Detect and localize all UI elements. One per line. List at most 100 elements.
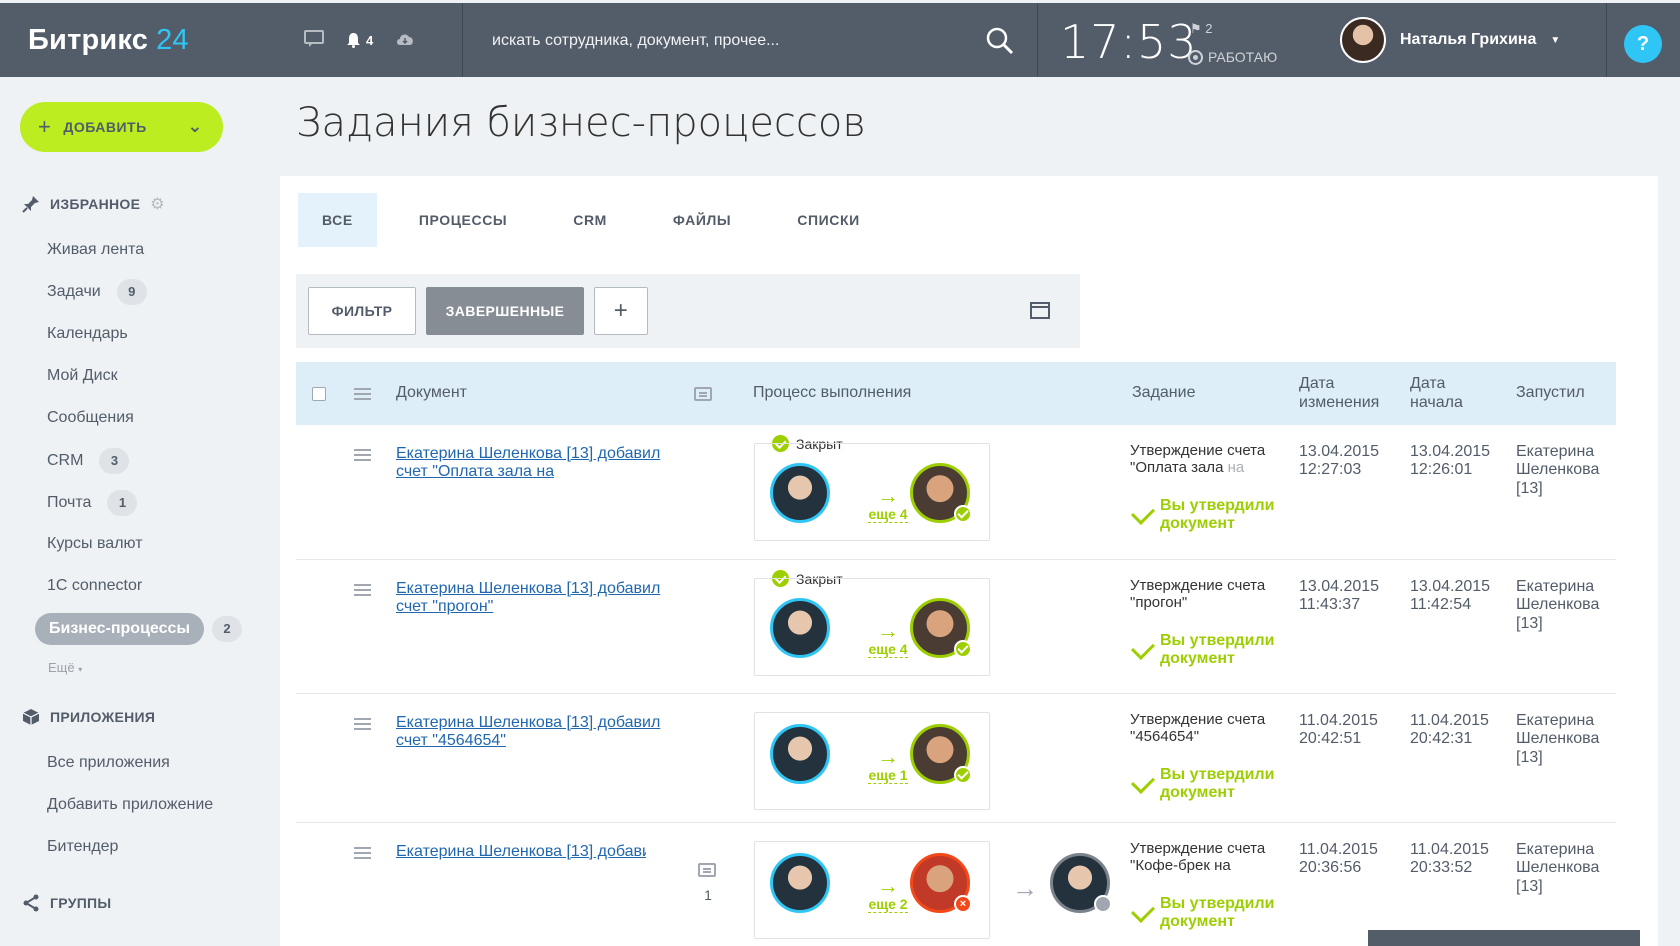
sidebar-item-mail[interactable]: Почта 1 xyxy=(47,490,138,516)
completed-button[interactable]: ЗАВЕРШЕННЫЕ xyxy=(426,287,584,335)
task-title: Утверждение счета "Оплата зала на xyxy=(1130,442,1266,476)
sidebar-more[interactable]: Ещё ▾ xyxy=(48,660,82,675)
date-modified: 13.04.2015 11:43:37 xyxy=(1299,578,1380,614)
started-by: Екатерина Шеленкова [13] xyxy=(1516,443,1600,497)
date-modified: 11.04.2015 20:42:51 xyxy=(1299,712,1378,748)
chevron-down-icon: ▼ xyxy=(1550,34,1561,46)
groups-section[interactable]: ГРУППЫ xyxy=(22,894,111,912)
sidebar-item-messages[interactable]: Сообщения xyxy=(47,409,134,427)
sidebar-item-add-app[interactable]: Добавить приложение xyxy=(47,796,213,814)
column-task[interactable]: Задание xyxy=(1132,362,1195,425)
sidebar-item-crm[interactable]: CRM 3 xyxy=(47,448,130,474)
work-status[interactable]: РАБОТАЮ xyxy=(1188,49,1277,65)
column-document[interactable]: Документ xyxy=(396,362,467,425)
sidebar-item-bitender[interactable]: Битендер xyxy=(47,838,118,856)
plus-icon: + xyxy=(38,114,52,139)
tab-processes[interactable]: ПРОЦЕССЫ xyxy=(395,193,531,247)
task-result: Вы утвердили документ xyxy=(1130,766,1280,803)
row-menu-icon[interactable] xyxy=(354,449,371,461)
count-badge: 2 xyxy=(212,616,242,642)
approved-badge-icon xyxy=(954,505,972,523)
avatar[interactable] xyxy=(770,724,830,784)
arrow-right-icon: → xyxy=(877,618,899,643)
status-icon xyxy=(1188,49,1203,65)
sidebar-item-tasks[interactable]: Задачи 9 xyxy=(47,279,147,305)
row-menu-icon[interactable] xyxy=(354,718,371,730)
column-modified[interactable]: Дата изменения xyxy=(1299,362,1379,425)
more-participants[interactable]: → еще 1 xyxy=(863,746,913,784)
column-started-by[interactable]: Запустил xyxy=(1516,362,1585,425)
tab-all[interactable]: ВСЕ xyxy=(298,193,377,247)
table-row: Екатерина Шеленкова [13] добавил счет "К… xyxy=(296,823,1616,946)
columns-icon[interactable] xyxy=(1030,302,1050,319)
check-icon xyxy=(1130,898,1156,924)
check-icon xyxy=(1130,635,1156,661)
sidebar-item-currency[interactable]: Курсы валют xyxy=(47,535,143,553)
sidebar-item-calendar[interactable]: Календарь xyxy=(47,325,128,343)
row-menu-icon[interactable] xyxy=(354,847,371,859)
apps-section[interactable]: ПРИЛОЖЕНИЯ xyxy=(22,708,155,726)
pin-icon xyxy=(22,196,39,213)
tab-crm[interactable]: CRM xyxy=(549,193,631,247)
divider xyxy=(462,3,463,77)
search-icon[interactable] xyxy=(985,26,1015,56)
column-started[interactable]: Дата начала xyxy=(1410,362,1463,425)
tab-files[interactable]: ФАЙЛЫ xyxy=(649,193,755,247)
share-icon xyxy=(23,894,39,912)
user-name: Наталья Грихина xyxy=(1400,31,1537,48)
column-process[interactable]: Процесс выполнения xyxy=(753,362,911,425)
search-input[interactable]: искать сотрудника, документ, прочее... xyxy=(492,32,779,50)
flag-icon: ⚑ xyxy=(1190,21,1202,36)
flag-counter[interactable]: ⚑ 2 xyxy=(1190,21,1213,37)
filter-button[interactable]: ФИЛЬТР xyxy=(308,287,416,335)
task-title: Утверждение счета "4564654" xyxy=(1130,711,1266,745)
logo[interactable]: Битрикс 24 xyxy=(0,24,300,57)
more-participants[interactable]: → еще 2 xyxy=(863,873,913,913)
more-participants[interactable]: → еще 4 xyxy=(863,618,913,658)
sidebar-item-1c[interactable]: 1С connector xyxy=(47,577,142,595)
row-menu-icon[interactable] xyxy=(354,584,371,596)
document-link[interactable]: Екатерина Шеленкова [13] добавил счет "п… xyxy=(396,580,686,617)
sidebar-item-my-drive[interactable]: Мой Диск xyxy=(47,367,118,385)
bell-icon xyxy=(347,33,360,48)
box-icon xyxy=(22,709,40,725)
user-menu[interactable]: Наталья Грихина ▼ xyxy=(1340,17,1560,63)
arrow-right-icon: → xyxy=(877,873,899,898)
avatar[interactable] xyxy=(770,598,830,658)
favorites-section[interactable]: ИЗБРАННОЕ ⚙ xyxy=(22,194,165,214)
sidebar-item-live-feed[interactable]: Живая лента xyxy=(47,241,144,259)
avatar[interactable] xyxy=(770,853,830,913)
menu-icon[interactable] xyxy=(354,387,371,400)
avatar[interactable] xyxy=(770,463,830,523)
comment-icon[interactable] xyxy=(698,863,716,877)
clock[interactable]: 17:53 xyxy=(1060,15,1198,69)
table-row: Екатерина Шеленкова [13] добавил счет "п… xyxy=(296,560,1616,694)
document-link[interactable]: Екатерина Шеленкова [13] добавил счет "К… xyxy=(396,843,646,861)
gear-icon[interactable]: ⚙ xyxy=(150,194,165,214)
task-result: Вы утвердили документ xyxy=(1130,632,1280,669)
document-link[interactable]: Екатерина Шеленкова [13] добавил счет "4… xyxy=(396,714,686,751)
tab-bar: ВСЕ ПРОЦЕССЫ CRM ФАЙЛЫ СПИСКИ xyxy=(298,193,902,247)
count-badge: 1 xyxy=(107,490,138,516)
sidebar-item-all-apps[interactable]: Все приложения xyxy=(47,754,170,772)
notifications-count: 4 xyxy=(366,32,374,48)
approved-badge-icon xyxy=(954,640,972,658)
add-button[interactable]: + ДОБАВИТЬ ⌄ xyxy=(20,102,223,152)
arrow-right-icon: → xyxy=(1012,873,1038,903)
table-header: Документ Процесс выполнения Задание Дата… xyxy=(296,362,1616,425)
bottom-panel[interactable] xyxy=(1368,930,1640,946)
chat-icon[interactable] xyxy=(304,30,324,50)
tab-lists[interactable]: СПИСКИ xyxy=(773,193,884,247)
arrow-right-icon: → xyxy=(877,483,899,508)
cloud-icon[interactable] xyxy=(395,32,415,49)
table-row: Екатерина Шеленкова [13] добавил счет "О… xyxy=(296,425,1616,560)
sidebar-item-business-processes[interactable]: Бизнес-процессы xyxy=(35,613,205,645)
count-badge: 9 xyxy=(116,279,147,305)
add-filter-button[interactable]: + xyxy=(594,287,648,335)
started-by: Екатерина Шеленкова [13] xyxy=(1516,578,1600,632)
notifications-button[interactable]: 4 xyxy=(346,32,373,48)
select-all-checkbox[interactable] xyxy=(312,386,326,401)
document-link[interactable]: Екатерина Шеленкова [13] добавил счет "О… xyxy=(396,445,686,482)
help-button[interactable]: ? xyxy=(1624,25,1662,63)
more-participants[interactable]: → еще 4 xyxy=(863,483,913,523)
